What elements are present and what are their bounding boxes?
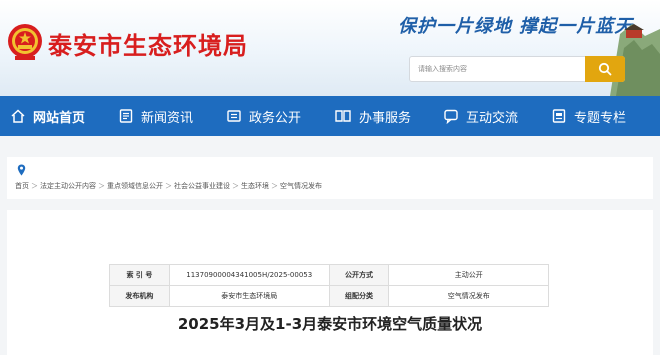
location-pin-icon bbox=[17, 164, 26, 176]
search-icon bbox=[598, 62, 612, 76]
breadcrumb-item[interactable]: 空气情况发布 bbox=[280, 182, 322, 190]
nav-item-gov[interactable]: 政务公开 bbox=[226, 96, 301, 136]
nav-item-label: 专题专栏 bbox=[574, 110, 627, 126]
breadcrumb-separator: ＞ bbox=[271, 182, 278, 190]
mountain-gate-illustration bbox=[610, 24, 660, 96]
nav-item-label: 新闻资讯 bbox=[141, 110, 194, 126]
gov-icon bbox=[227, 110, 241, 122]
search-box bbox=[409, 56, 625, 82]
breadcrumb-item[interactable]: 生态环境 bbox=[241, 182, 269, 190]
breadcrumb-separator: ＞ bbox=[165, 182, 172, 190]
site-header: 泰安市生态环境局 保护一片绿地 撑起一片蓝天 bbox=[0, 0, 660, 96]
breadcrumb-separator: ＞ bbox=[232, 182, 239, 190]
nav-item-interact[interactable]: 互动交流 bbox=[443, 96, 518, 136]
meta-value: 泰安市生态环境局 bbox=[168, 285, 330, 307]
site-title[interactable]: 泰安市生态环境局 bbox=[48, 26, 248, 61]
nav-item-topic[interactable]: 专题专栏 bbox=[551, 96, 626, 136]
meta-label: 公开方式 bbox=[328, 264, 390, 286]
breadcrumb-separator: ＞ bbox=[31, 182, 38, 190]
news-icon bbox=[119, 109, 133, 123]
search-input[interactable] bbox=[410, 57, 586, 81]
breadcrumb-item[interactable]: 首页 bbox=[15, 182, 29, 190]
nav-item-label: 网站首页 bbox=[33, 110, 86, 126]
article-title: 2025年3月及1-3月泰安市环境空气质量状况 bbox=[177, 315, 483, 333]
breadcrumb-item[interactable]: 法定主动公开内容 bbox=[40, 182, 96, 190]
breadcrumb: 首页＞法定主动公开内容＞重点领域信息公开＞社会公益事业建设＞生态环境＞空气情况发… bbox=[15, 181, 322, 191]
nav-item-service[interactable]: 办事服务 bbox=[334, 96, 411, 136]
meta-value: 主动公开 bbox=[388, 264, 549, 286]
breadcrumb-separator: ＞ bbox=[98, 182, 105, 190]
nav-item-label: 互动交流 bbox=[466, 110, 519, 126]
meta-value: 11370900004341005H/2025-00053 bbox=[168, 264, 330, 286]
meta-row: 索 引 号 11370900004341005H/2025-00053 公开方式… bbox=[109, 264, 549, 286]
breadcrumb-card: 首页＞法定主动公开内容＞重点领域信息公开＞社会公益事业建设＞生态环境＞空气情况发… bbox=[7, 157, 653, 199]
nav-item-label: 政务公开 bbox=[249, 110, 302, 126]
national-emblem-icon bbox=[8, 24, 42, 60]
nav-item-news[interactable]: 新闻资讯 bbox=[118, 96, 193, 136]
meta-label: 发布机构 bbox=[109, 285, 170, 307]
breadcrumb-item[interactable]: 社会公益事业建设 bbox=[174, 182, 230, 190]
breadcrumb-item[interactable]: 重点领域信息公开 bbox=[107, 182, 163, 190]
article-meta-table: 索 引 号 11370900004341005H/2025-00053 公开方式… bbox=[109, 264, 549, 307]
nav-item-label: 办事服务 bbox=[359, 110, 412, 126]
chat-icon bbox=[444, 109, 458, 124]
search-button[interactable] bbox=[585, 56, 625, 82]
nav-item-home[interactable]: 网站首页 bbox=[10, 96, 85, 136]
meta-row: 发布机构 泰安市生态环境局 组配分类 空气情况发布 bbox=[109, 285, 549, 307]
meta-label: 索 引 号 bbox=[109, 264, 170, 286]
home-icon bbox=[11, 109, 25, 123]
main-nav: 网站首页 新闻资讯 政务公开 办事服务 互动交流 专题专栏 bbox=[0, 96, 660, 136]
topic-icon bbox=[552, 109, 566, 123]
meta-value: 空气情况发布 bbox=[388, 285, 549, 307]
service-icon bbox=[335, 110, 351, 122]
meta-label: 组配分类 bbox=[328, 285, 390, 307]
